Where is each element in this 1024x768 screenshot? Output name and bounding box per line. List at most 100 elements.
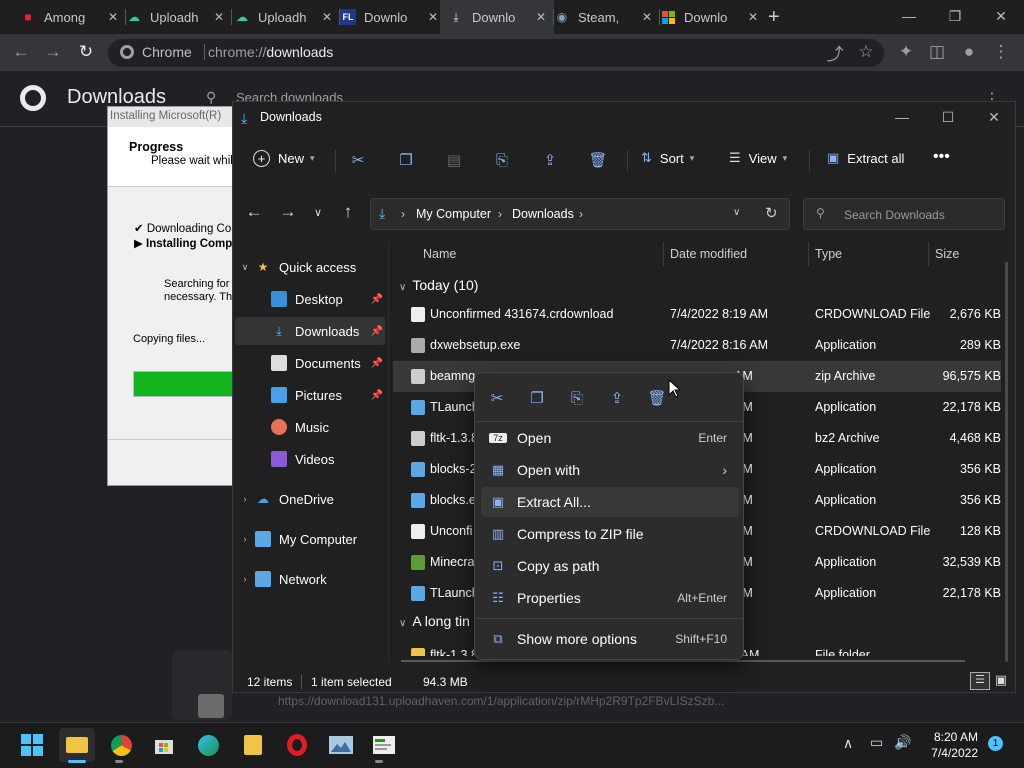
group-today[interactable]: ∨ Today (10) [399,277,478,293]
side-panel-icon[interactable]: ◫ [924,39,950,65]
up-button[interactable]: ↑ [335,199,361,225]
profile-icon[interactable]: ● [956,39,982,65]
tiles-view-icon[interactable]: ▣ [993,672,1009,690]
extensions-icon[interactable]: ✦ [893,39,919,65]
bookmark-star-icon[interactable]: ☆ [853,39,879,65]
vertical-scrollbar[interactable] [1005,262,1008,662]
group-long-time-ago[interactable]: ∨ A long tin [399,613,470,629]
back-button[interactable]: ← [241,199,267,225]
menu-item-compress-zip[interactable]: ▥ Compress to ZIP file [481,519,739,549]
nav-music[interactable]: Music [235,413,385,441]
close-tab-icon[interactable]: ✕ [748,10,758,24]
url-text[interactable]: chrome://downloads [208,44,333,60]
pin-icon[interactable]: 📌 [371,390,383,401]
photos-taskbar-icon[interactable] [323,728,359,762]
nav-documents[interactable]: Documents 📌 [235,349,385,377]
delete-icon[interactable]: 🗑 [587,149,609,171]
close-tab-icon[interactable]: ✕ [322,10,332,24]
browser-tab[interactable]: FL Downlo ✕ [332,0,447,34]
extract-all-button[interactable]: ▣ Extract all [827,150,904,166]
close-tab-icon[interactable]: ✕ [642,10,652,24]
cut-icon[interactable]: ✂ [347,149,369,171]
see-more-button[interactable]: ••• [933,148,950,166]
chrome-menu-icon[interactable]: ⋮ [988,39,1014,65]
nav-desktop[interactable]: Desktop 📌 [235,285,385,313]
file-row[interactable]: Unconfirmed 431674.crdownload 7/4/2022 8:… [393,299,1001,330]
file-explorer-alt-taskbar-icon[interactable] [235,728,271,762]
notification-badge[interactable]: 1 [988,736,1003,751]
browser-tab-active[interactable]: ⤓ Downlo ✕ [440,0,555,34]
clock-date[interactable]: 7/4/2022 [919,746,978,760]
close-window-button[interactable]: ✕ [971,102,1017,132]
breadcrumb-downloads[interactable]: Downloads [512,207,574,221]
nav-onedrive[interactable]: › ☁ OneDrive [235,485,385,513]
chevron-up-icon[interactable]: ∧ [843,735,853,752]
clock-time[interactable]: 8:20 AM [928,730,978,744]
pin-icon[interactable]: 📌 [371,358,383,369]
rename-icon[interactable]: ⎘ [491,149,513,171]
nav-network[interactable]: › Network [235,565,385,593]
minimize-button[interactable]: — [879,102,925,132]
column-name[interactable]: Name [423,247,456,261]
nav-videos[interactable]: Videos [235,445,385,473]
sort-button[interactable]: ⇅ Sort ▾ [641,150,694,166]
nav-downloads[interactable]: ⤓ Downloads 📌 [235,317,385,345]
menu-item-show-more-options[interactable]: ⧉ Show more options Shift+F10 [481,624,739,654]
recent-locations-button[interactable]: ∨ [305,199,331,225]
browser-tab[interactable]: ☁ Uploadh ✕ [118,0,233,34]
new-button[interactable]: + New ▾ [253,150,315,167]
column-type[interactable]: Type [815,247,842,261]
context-menu[interactable]: ✂ ❐ ⎘ ⇪ 🗑 7z Open Enter ▦ Open with › ▣ Extra… [474,372,744,660]
new-tab-button[interactable]: + [768,4,788,30]
address-bar[interactable]: ⤓ › My Computer › Downloads › ∨ ↻ [370,198,790,230]
edge-taskbar-icon[interactable] [190,728,226,762]
delete-icon[interactable]: 🗑 [644,385,670,411]
cut-icon[interactable]: ✂ [484,385,510,411]
file-explorer-taskbar-icon[interactable] [59,728,95,762]
menu-item-properties[interactable]: ☷ Properties Alt+Enter [481,583,739,613]
maximize-button[interactable]: ☐ [925,102,971,132]
reload-button[interactable]: ↻ [73,39,99,65]
copy-icon[interactable]: ❐ [395,149,417,171]
forward-button[interactable]: → [275,199,301,225]
share-icon[interactable]: ⤴ [822,39,848,65]
close-tab-icon[interactable]: ✕ [428,10,438,24]
details-view-icon[interactable]: ☰ [970,672,990,690]
back-button[interactable]: ← [8,39,34,65]
paste-icon[interactable]: ▤ [443,149,465,171]
view-button[interactable]: ☰ View ▾ [729,150,787,166]
menu-item-open-with[interactable]: ▦ Open with › [481,455,739,485]
pin-icon[interactable]: 📌 [371,326,383,337]
menu-item-open[interactable]: 7z Open Enter [481,423,739,453]
pin-icon[interactable]: 📌 [371,294,383,305]
opera-taskbar-icon[interactable] [279,728,315,762]
file-row[interactable]: dxwebsetup.exe 7/4/2022 8:16 AM Applicatio… [393,330,1001,361]
forward-button[interactable]: → [40,39,66,65]
chrome-taskbar-icon[interactable] [103,728,139,762]
search-input[interactable]: Search Downloads [844,208,945,222]
share-icon[interactable]: ⇪ [539,149,561,171]
breadcrumb-my-computer[interactable]: My Computer [416,207,491,221]
rename-icon[interactable]: ⎘ [564,385,590,411]
browser-tab[interactable]: Downlo ✕ [652,0,766,34]
search-box[interactable]: ⚲ Search Downloads [803,198,1005,230]
nav-quick-access[interactable]: ∨ ★ Quick access [235,253,385,281]
nav-pictures[interactable]: Pictures 📌 [235,381,385,409]
browser-tab[interactable]: ◉ Steam, ✕ [546,0,661,34]
installer-taskbar-icon[interactable] [366,728,402,762]
close-tab-icon[interactable]: ✕ [536,10,546,24]
refresh-icon[interactable]: ↻ [765,204,778,222]
column-size[interactable]: Size [935,247,959,261]
volume-icon[interactable]: 🔊 [894,734,911,751]
chevron-down-icon[interactable]: ∨ [733,207,740,218]
download-url[interactable]: https://download131.uploadhaven.com/1/ap… [278,694,998,708]
restore-button[interactable]: ❐ [932,0,978,32]
store-taskbar-icon[interactable] [146,728,182,762]
start-button[interactable] [14,728,50,762]
horizontal-scrollbar[interactable] [401,660,965,662]
column-date-modified[interactable]: Date modified [670,247,747,261]
copy-icon[interactable]: ❐ [524,385,550,411]
share-icon[interactable]: ⇪ [604,385,630,411]
close-tab-icon[interactable]: ✕ [214,10,224,24]
installer-window[interactable]: Installing Microsoft(R) Progress Please … [107,106,237,486]
